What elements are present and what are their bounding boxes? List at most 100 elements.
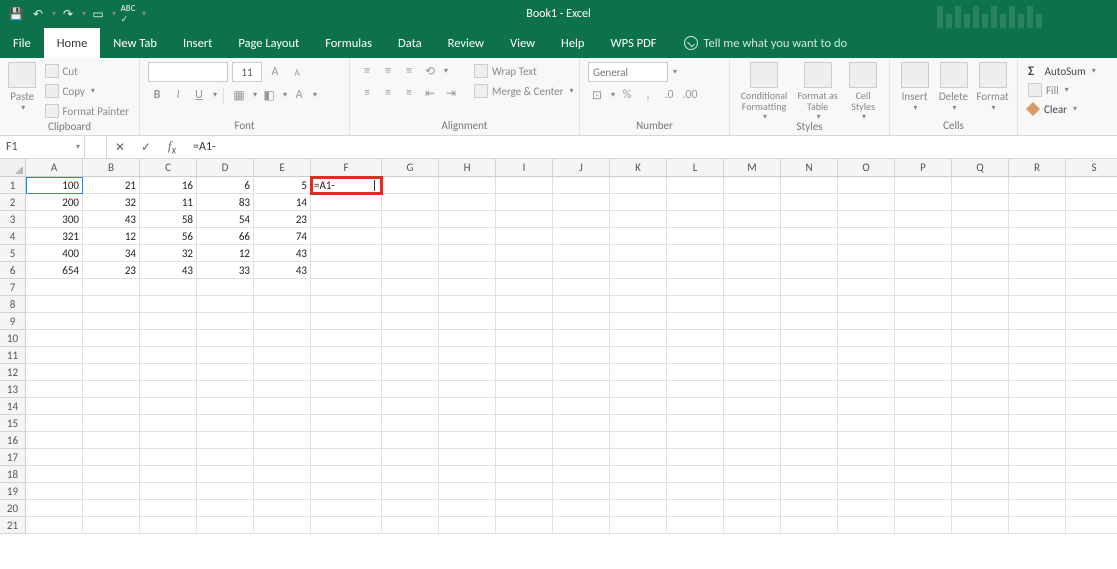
cell-B3[interactable]: 43 [83, 211, 140, 228]
cell-C12[interactable] [140, 364, 197, 381]
cell-D1[interactable]: 6 [197, 177, 254, 194]
cell-B12[interactable] [83, 364, 140, 381]
row-header-2[interactable]: 2 [0, 194, 26, 211]
row-header-4[interactable]: 4 [0, 228, 26, 245]
cell-F10[interactable] [311, 330, 382, 347]
cell-S1[interactable] [1066, 177, 1117, 194]
cell-A9[interactable] [26, 313, 83, 330]
copy-button[interactable]: Copy▾ [43, 82, 131, 100]
col-header-B[interactable]: B [83, 159, 140, 177]
cell-J5[interactable] [553, 245, 610, 262]
col-header-N[interactable]: N [781, 159, 838, 177]
cell-O3[interactable] [838, 211, 895, 228]
cell-S6[interactable] [1066, 262, 1117, 279]
cell-C17[interactable] [140, 449, 197, 466]
cell-G19[interactable] [382, 483, 439, 500]
cell-I1[interactable] [496, 177, 553, 194]
cell-H17[interactable] [439, 449, 496, 466]
cell-D9[interactable] [197, 313, 254, 330]
cell-S17[interactable] [1066, 449, 1117, 466]
borders-icon[interactable]: ▦ [230, 86, 248, 104]
cell-K21[interactable] [610, 517, 667, 534]
cell-J8[interactable] [553, 296, 610, 313]
row-header-13[interactable]: 13 [0, 381, 26, 398]
row-header-20[interactable]: 20 [0, 500, 26, 517]
col-header-H[interactable]: H [439, 159, 496, 177]
select-all-corner[interactable] [0, 159, 26, 177]
cell-S18[interactable] [1066, 466, 1117, 483]
cell-Q15[interactable] [952, 415, 1009, 432]
cell-L20[interactable] [667, 500, 724, 517]
cell-S9[interactable] [1066, 313, 1117, 330]
cell-O14[interactable] [838, 398, 895, 415]
cell-Q19[interactable] [952, 483, 1009, 500]
cell-C10[interactable] [140, 330, 197, 347]
cell-I7[interactable] [496, 279, 553, 296]
cell-P20[interactable] [895, 500, 952, 517]
cell-C6[interactable]: 43 [140, 262, 197, 279]
touch-mode-icon[interactable]: ▭ [88, 4, 108, 24]
cell-M19[interactable] [724, 483, 781, 500]
row-header-7[interactable]: 7 [0, 279, 26, 296]
font-color-icon[interactable]: A [290, 86, 308, 104]
paste-button[interactable]: Paste ▾ [8, 62, 37, 113]
cell-J17[interactable] [553, 449, 610, 466]
cell-F15[interactable] [311, 415, 382, 432]
cell-D15[interactable] [197, 415, 254, 432]
cell-C13[interactable] [140, 381, 197, 398]
cell-K9[interactable] [610, 313, 667, 330]
number-format-select[interactable]: General [588, 62, 668, 82]
cell-E1[interactable]: 5 [254, 177, 311, 194]
cell-K4[interactable] [610, 228, 667, 245]
cell-H13[interactable] [439, 381, 496, 398]
cell-D4[interactable]: 66 [197, 228, 254, 245]
cell-N14[interactable] [781, 398, 838, 415]
cell-C11[interactable] [140, 347, 197, 364]
cell-O11[interactable] [838, 347, 895, 364]
cell-D21[interactable] [197, 517, 254, 534]
cut-button[interactable]: Cut [43, 62, 131, 80]
cell-L12[interactable] [667, 364, 724, 381]
cell-L11[interactable] [667, 347, 724, 364]
cell-N2[interactable] [781, 194, 838, 211]
cell-A4[interactable]: 321 [26, 228, 83, 245]
cell-H10[interactable] [439, 330, 496, 347]
row-header-16[interactable]: 16 [0, 432, 26, 449]
cell-B18[interactable] [83, 466, 140, 483]
cell-N4[interactable] [781, 228, 838, 245]
cell-A20[interactable] [26, 500, 83, 517]
cell-O16[interactable] [838, 432, 895, 449]
cell-Q7[interactable] [952, 279, 1009, 296]
italic-button[interactable]: I [169, 86, 187, 104]
cell-E21[interactable] [254, 517, 311, 534]
cell-I9[interactable] [496, 313, 553, 330]
clear-button[interactable]: Clear▾ [1026, 100, 1079, 118]
cell-D10[interactable] [197, 330, 254, 347]
inc-decimal-icon[interactable]: .0 [660, 86, 678, 104]
cell-N21[interactable] [781, 517, 838, 534]
cell-A17[interactable] [26, 449, 83, 466]
dec-decimal-icon[interactable]: .00 [681, 86, 699, 104]
cell-B5[interactable]: 34 [83, 245, 140, 262]
cell-Q21[interactable] [952, 517, 1009, 534]
cell-G12[interactable] [382, 364, 439, 381]
autosum-button[interactable]: Σ AutoSum▾ [1026, 62, 1098, 80]
col-header-L[interactable]: L [667, 159, 724, 177]
row-header-10[interactable]: 10 [0, 330, 26, 347]
cell-M4[interactable] [724, 228, 781, 245]
cell-H18[interactable] [439, 466, 496, 483]
cell-P14[interactable] [895, 398, 952, 415]
cell-L19[interactable] [667, 483, 724, 500]
cell-K19[interactable] [610, 483, 667, 500]
cell-L13[interactable] [667, 381, 724, 398]
cell-O10[interactable] [838, 330, 895, 347]
cell-H1[interactable] [439, 177, 496, 194]
cell-I6[interactable] [496, 262, 553, 279]
cell-F8[interactable] [311, 296, 382, 313]
cell-A16[interactable] [26, 432, 83, 449]
cell-M3[interactable] [724, 211, 781, 228]
cell-M15[interactable] [724, 415, 781, 432]
cell-G8[interactable] [382, 296, 439, 313]
cell-O7[interactable] [838, 279, 895, 296]
cell-P2[interactable] [895, 194, 952, 211]
